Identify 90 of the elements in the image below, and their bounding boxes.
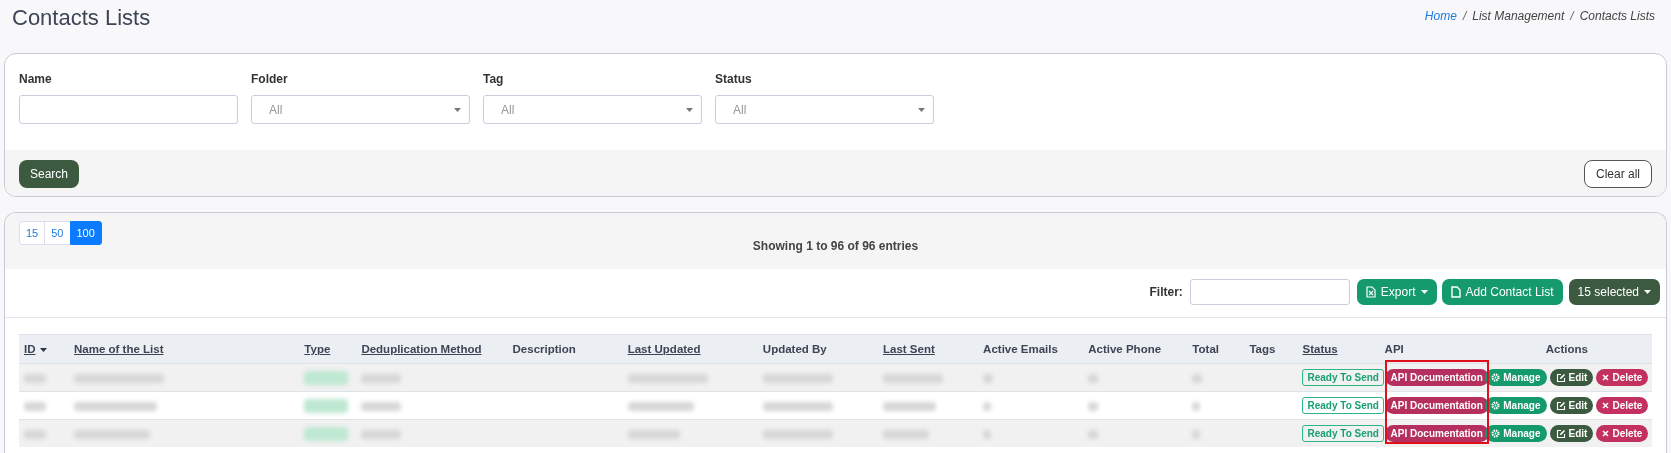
column-header[interactable]: ID [24, 343, 36, 355]
field-label: Name [19, 72, 53, 86]
field-label: Folder [251, 72, 289, 86]
dropdown[interactable]: All [715, 95, 934, 124]
blurred-text [24, 429, 46, 439]
manage-button[interactable]: Manage [1485, 397, 1547, 414]
blurred-text [883, 429, 929, 439]
blurred-text [361, 429, 402, 439]
page-title: Contacts Lists [12, 5, 151, 31]
breadcrumb-item: List Management [1472, 9, 1565, 23]
column-header: Description [512, 343, 576, 355]
edit-button[interactable]: Edit [1549, 369, 1594, 386]
close-icon [1602, 430, 1610, 437]
blurred-text [1192, 373, 1203, 383]
search-button[interactable]: Search [19, 160, 80, 188]
clear-button[interactable]: Clear all [1584, 160, 1652, 188]
selection-dropdown[interactable]: 15 selected [1568, 279, 1660, 305]
column-header: Tags [1249, 343, 1276, 355]
blurred-tag [304, 370, 349, 385]
api-documentation-button[interactable]: API Documentation [1384, 425, 1489, 442]
blurred-text [883, 401, 936, 411]
blurred-text [361, 373, 402, 383]
column-header: API [1384, 343, 1404, 355]
blurred-text [762, 373, 833, 383]
caret-icon [454, 107, 461, 112]
column-header: Actions [1545, 343, 1588, 355]
export-button[interactable]: Export [1356, 279, 1437, 305]
blurred-tag [304, 398, 349, 413]
breadcrumb-separator: / [1462, 9, 1467, 23]
delete-button[interactable]: Delete [1596, 425, 1649, 442]
delete-button[interactable]: Delete [1596, 369, 1649, 386]
spreadsheet-icon [1365, 286, 1376, 298]
blurred-text [627, 429, 680, 439]
page-size-button[interactable]: 100 [69, 221, 102, 245]
edit-icon [1555, 372, 1566, 383]
document-icon [1450, 286, 1461, 298]
column-header[interactable]: Type [304, 343, 331, 355]
edit-button[interactable]: Edit [1549, 397, 1594, 414]
blurred-text [983, 401, 992, 411]
api-documentation-button[interactable]: API Documentation [1384, 369, 1489, 386]
blurred-text [883, 373, 943, 383]
close-icon [1602, 374, 1610, 381]
filter-field[interactable] [1189, 279, 1350, 305]
manage-button[interactable]: Manage [1485, 369, 1547, 386]
dropdown[interactable]: All [483, 95, 702, 124]
caret-icon [1420, 290, 1428, 294]
gear-icon [1491, 373, 1501, 382]
blurred-text [1088, 373, 1099, 383]
filter-label: Filter: [1149, 285, 1183, 299]
caret-icon [918, 107, 925, 112]
blurred-text [762, 429, 833, 439]
manage-button[interactable]: Manage [1485, 425, 1547, 442]
column-header: Updated By [762, 343, 827, 355]
gear-icon [1491, 429, 1501, 438]
field-label: Tag [483, 72, 505, 86]
column-header: Active Emails [983, 343, 1058, 355]
column-header[interactable]: Status [1302, 343, 1338, 355]
blurred-text [1192, 401, 1201, 411]
column-header: Total [1192, 343, 1219, 355]
page-size-button[interactable]: 15 [19, 221, 46, 245]
status-badge: Ready To Send [1302, 397, 1384, 414]
api-documentation-button[interactable]: API Documentation [1384, 397, 1489, 414]
blurred-text [1088, 429, 1099, 439]
entries-summary: Showing 1 to 96 of 96 entries [752, 239, 919, 253]
add-contact-list-button[interactable]: Add Contact List [1441, 279, 1563, 305]
breadcrumb-link[interactable]: Home [1424, 9, 1457, 23]
column-header[interactable]: Name of the List [74, 343, 164, 355]
dropdown[interactable]: All [251, 95, 470, 124]
page-size-button[interactable]: 50 [44, 221, 71, 245]
input-field[interactable] [19, 95, 238, 124]
blurred-text [24, 401, 46, 411]
blurred-text [361, 401, 402, 411]
column-header: Active Phone [1088, 343, 1162, 355]
caret-icon [686, 107, 693, 112]
blurred-text [24, 373, 46, 383]
edit-button[interactable]: Edit [1549, 425, 1594, 442]
breadcrumb-separator: / [1570, 9, 1574, 23]
field-label: Status [715, 72, 753, 86]
edit-icon [1555, 428, 1566, 439]
blurred-text [627, 401, 694, 411]
delete-button[interactable]: Delete [1596, 397, 1649, 414]
gear-icon [1491, 401, 1501, 410]
breadcrumb-item: Contacts Lists [1579, 9, 1655, 23]
caret-icon [1644, 290, 1651, 294]
blurred-text [983, 373, 994, 383]
edit-icon [1555, 400, 1566, 411]
blurred-text [762, 401, 833, 411]
blurred-text [1088, 401, 1099, 411]
blurred-tag [304, 426, 349, 441]
close-icon [1602, 402, 1610, 409]
